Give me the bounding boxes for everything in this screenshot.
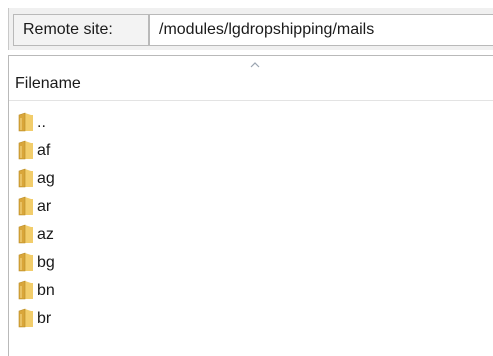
folder-icon: [18, 112, 33, 132]
file-row[interactable]: bg: [9, 249, 493, 277]
file-name: bn: [37, 282, 55, 299]
remote-site-label: Remote site:: [13, 14, 149, 46]
folder-icon: [18, 280, 33, 300]
filename-column-header[interactable]: Filename: [9, 56, 493, 101]
folder-icon: [18, 224, 33, 244]
folder-icon: [18, 168, 33, 188]
remote-site-bar: Remote site: /modules/lgdropshipping/mai…: [8, 8, 493, 50]
folder-icon: [18, 196, 33, 216]
folder-icon: [18, 140, 33, 160]
remote-site-path-input[interactable]: /modules/lgdropshipping/mails: [149, 14, 493, 46]
sort-ascending-icon: [250, 62, 260, 68]
folder-icon: [18, 252, 33, 272]
file-row[interactable]: af: [9, 137, 493, 165]
file-row[interactable]: bn: [9, 277, 493, 305]
folder-icon: [18, 308, 33, 328]
file-row[interactable]: br: [9, 305, 493, 333]
file-row[interactable]: ..: [9, 109, 493, 137]
remote-file-list[interactable]: Filename .. af ag ar az bg bn br: [8, 55, 493, 356]
file-row[interactable]: ar: [9, 193, 493, 221]
file-row[interactable]: az: [9, 221, 493, 249]
file-rows: .. af ag ar az bg bn br: [9, 109, 493, 333]
file-name: br: [37, 310, 52, 327]
file-name: ag: [37, 170, 55, 187]
file-name: af: [37, 142, 51, 159]
file-name: az: [37, 226, 54, 243]
filename-column-label: Filename: [15, 75, 81, 92]
file-name: bg: [37, 254, 55, 271]
remote-site-panel: Remote site: /modules/lgdropshipping/mai…: [8, 8, 493, 356]
file-name: ar: [37, 198, 52, 215]
file-name: ..: [37, 114, 46, 131]
file-row[interactable]: ag: [9, 165, 493, 193]
